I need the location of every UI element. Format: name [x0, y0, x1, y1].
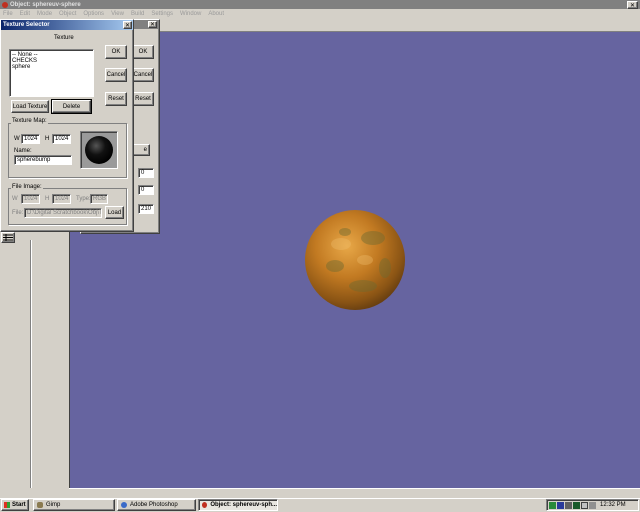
file-image-height-field: 1024 — [52, 194, 71, 204]
texture-map-h-label: H — [45, 136, 50, 142]
texture-list-item[interactable]: sphere — [12, 64, 91, 70]
texture-map-w-label: W — [14, 136, 20, 142]
texture-map-label: Texture Map: — [11, 118, 48, 124]
tray-volume-icon[interactable] — [581, 501, 588, 509]
system-tray: 12:32 PM — [546, 499, 639, 511]
start-button[interactable]: Start — [1, 499, 29, 511]
tray-speaker-icon[interactable] — [589, 501, 596, 509]
back-dialog-close-icon[interactable]: ✕ — [148, 21, 157, 28]
list-view-icon[interactable] — [1, 232, 15, 243]
file-path-field: D:\Digital Scratchbook\Obj\Txtr — [24, 208, 102, 218]
texture-group-label: Texture — [54, 35, 74, 41]
left-panel-divider — [30, 240, 32, 488]
taskbar-item-label: Object: sphereuv-sph... — [210, 502, 277, 508]
texture-list[interactable]: -- None -- CHECKS sphere — [9, 49, 94, 97]
file-load-button[interactable]: Load — [105, 206, 124, 219]
back-reset-button[interactable]: Reset — [132, 92, 154, 106]
object-app-icon — [202, 502, 208, 508]
taskbar-item-object[interactable]: Object: sphereuv-sph... — [198, 499, 278, 511]
back-cancel-button[interactable]: Cancel — [132, 68, 154, 82]
menu-object[interactable]: Object — [59, 11, 76, 17]
main-titlebar: Object: sphereuv-sphere — [0, 0, 640, 9]
bottom-scroll-strip[interactable] — [69, 488, 640, 498]
menu-about[interactable]: About — [208, 11, 224, 17]
app-icon — [2, 1, 8, 8]
texture-selector-close-icon[interactable]: ✕ — [123, 21, 132, 29]
texture-selector-titlebar: Texture Selector — [1, 20, 133, 30]
file-image-type-label: Type: — [76, 196, 91, 202]
texture-map-height-field[interactable]: 1024 — [52, 134, 71, 144]
file-path-label: File: — [12, 210, 24, 216]
texture-reset-button[interactable]: Reset — [105, 92, 127, 106]
back-value-field-0[interactable]: 0 — [138, 168, 154, 178]
menu-options[interactable]: Options — [83, 11, 104, 17]
photoshop-icon — [121, 502, 127, 508]
start-label: Start — [12, 502, 26, 508]
delete-button[interactable]: Delete — [51, 99, 92, 114]
menu-window[interactable]: Window — [180, 11, 201, 17]
texture-preview-sphere-icon — [85, 136, 113, 164]
tray-app-icon[interactable] — [573, 501, 580, 509]
menu-edit[interactable]: Edit — [20, 11, 30, 17]
menu-build[interactable]: Build — [131, 11, 144, 17]
tray-shield-icon[interactable] — [549, 501, 556, 509]
texture-preview — [80, 131, 118, 169]
menu-bar: File Edit Mode Object Options View Build… — [0, 9, 640, 19]
taskbar-item-photoshop[interactable]: Adobe Photoshop — [117, 499, 196, 511]
close-icon[interactable]: ✕ — [627, 1, 638, 9]
sphere-object[interactable] — [303, 208, 407, 312]
menu-file[interactable]: File — [3, 11, 13, 17]
texture-name-field[interactable]: spherebump — [14, 155, 72, 165]
texture-cancel-button[interactable]: Cancel — [105, 68, 127, 82]
file-image-w-label: W — [12, 196, 18, 202]
window-title: Object: sphereuv-sphere — [10, 1, 81, 8]
tray-network-icon[interactable] — [557, 501, 564, 509]
windows-logo-icon — [4, 502, 10, 508]
file-image-width-field: 1024 — [21, 194, 40, 204]
menu-settings[interactable]: Settings — [151, 11, 173, 17]
taskbar-item-label: Gimp — [46, 502, 61, 508]
texture-name-label: Name: — [14, 148, 32, 154]
clock[interactable]: 12:32 PM — [600, 502, 626, 508]
file-image-label: File Image: — [11, 184, 43, 190]
menu-mode[interactable]: Mode — [37, 11, 52, 17]
load-texture-button[interactable]: Load Texture — [11, 100, 49, 113]
taskbar-item-label: Adobe Photoshop — [130, 502, 178, 508]
back-value-field-2[interactable]: 210 — [138, 204, 154, 214]
texture-map-width-field[interactable]: 1024 — [21, 134, 40, 144]
taskbar-item-gimp[interactable]: Gimp — [33, 499, 115, 511]
menu-view[interactable]: View — [111, 11, 124, 17]
texture-ok-button[interactable]: OK — [105, 45, 127, 59]
tray-monitor-icon[interactable] — [565, 501, 572, 509]
file-image-h-label: H — [45, 196, 50, 202]
file-image-type-field: RGB — [90, 194, 108, 204]
back-ok-button[interactable]: OK — [132, 45, 154, 59]
back-value-field-1[interactable]: 0 — [138, 185, 154, 195]
texture-selector-title: Texture Selector — [3, 22, 50, 28]
gimp-icon — [37, 502, 43, 508]
